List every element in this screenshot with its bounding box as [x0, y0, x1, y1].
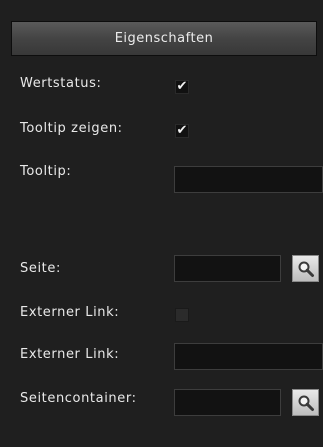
seite-label: Seite:	[20, 261, 61, 276]
seite-input[interactable]	[174, 255, 281, 282]
search-icon	[298, 395, 314, 411]
search-icon	[298, 261, 314, 277]
tooltip-zeigen-label: Tooltip zeigen:	[20, 121, 123, 136]
seitencontainer-search-button[interactable]	[292, 389, 319, 416]
check-icon: ✔	[176, 79, 188, 94]
wertstatus-checkbox[interactable]: ✔	[175, 80, 189, 94]
externer-link-input[interactable]	[174, 343, 323, 370]
panel-title: Eigenschaften	[11, 21, 317, 56]
panel-title-text: Eigenschaften	[114, 31, 214, 46]
externer-link-checkbox[interactable]	[175, 308, 189, 322]
seitencontainer-input[interactable]	[174, 389, 281, 416]
check-icon: ✔	[176, 123, 188, 138]
seite-search-button[interactable]	[292, 255, 319, 282]
tooltip-zeigen-checkbox[interactable]: ✔	[175, 124, 189, 138]
seitencontainer-label: Seitencontainer:	[20, 391, 137, 406]
tooltip-label: Tooltip:	[20, 164, 72, 179]
externer-link-toggle-label: Externer Link:	[20, 305, 120, 320]
wertstatus-label: Wertstatus:	[20, 76, 102, 91]
externer-link-label: Externer Link:	[20, 347, 120, 362]
tooltip-input[interactable]	[174, 166, 323, 193]
properties-panel: Eigenschaften Wertstatus: ✔ Tooltip zeig…	[0, 0, 323, 447]
